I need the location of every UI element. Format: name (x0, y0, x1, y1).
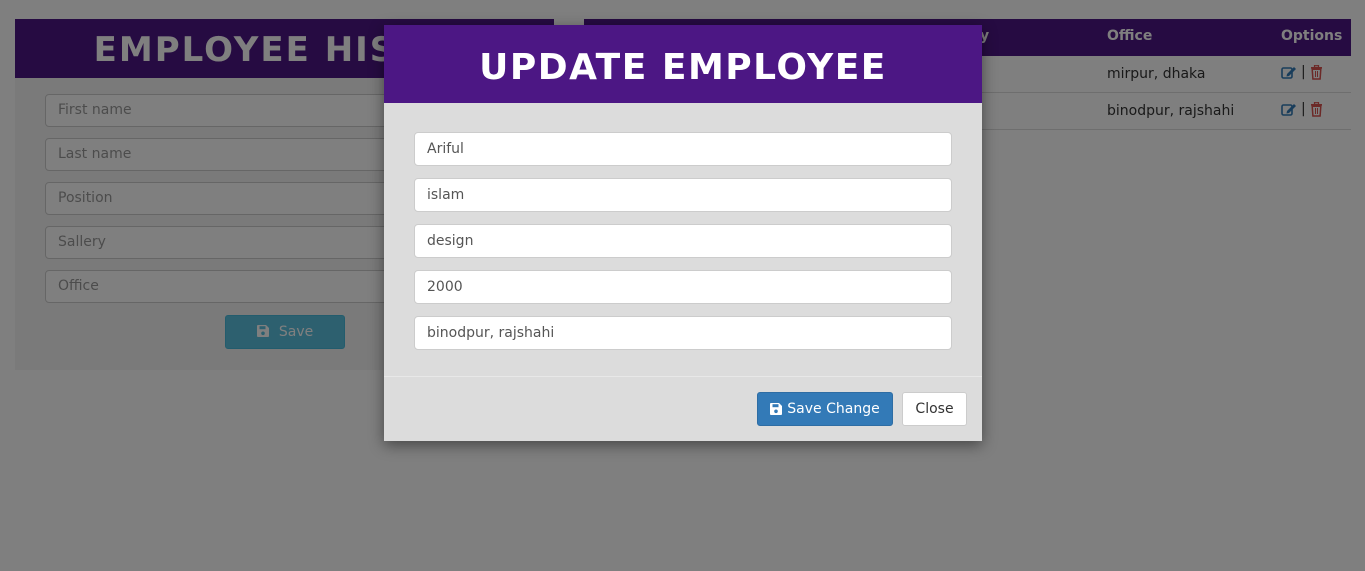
close-button[interactable]: Close (902, 392, 967, 426)
position-field[interactable] (414, 224, 952, 258)
modal-header: UPDATE EMPLOYEE (384, 25, 982, 103)
office-field[interactable] (414, 316, 952, 350)
sallery-field[interactable] (414, 270, 952, 304)
modal-body (384, 103, 982, 377)
update-employee-modal: UPDATE EMPLOYEE Save Change Close (384, 25, 982, 441)
save-change-button[interactable]: Save Change (757, 392, 893, 426)
modal-footer: Save Change Close (384, 377, 982, 440)
save-change-label: Save Change (787, 401, 880, 417)
modal-title: UPDATE EMPLOYEE (479, 47, 887, 88)
first-name-field[interactable] (414, 132, 952, 166)
last-name-field[interactable] (414, 178, 952, 212)
floppy-disk-icon (770, 403, 783, 415)
